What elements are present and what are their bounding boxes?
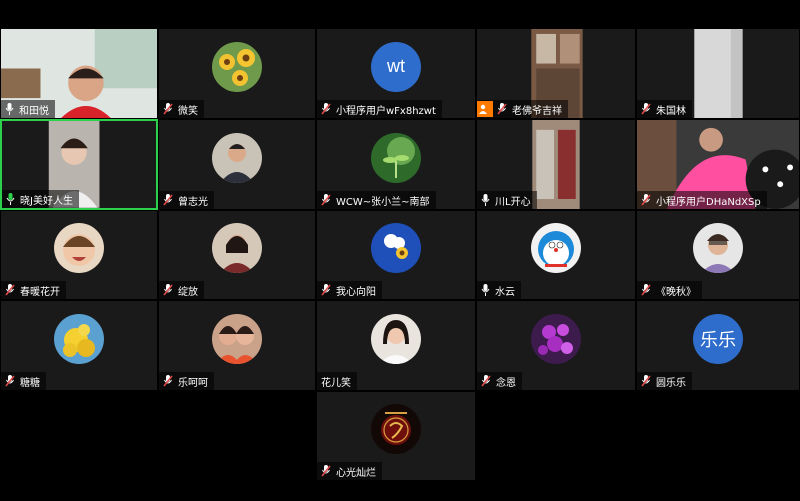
- participant-initials-avatar: 乐乐: [693, 313, 743, 364]
- participant-tile-3[interactable]: wt 小程序用户wFx8hzwt: [316, 28, 476, 119]
- participant-avatar: [54, 223, 104, 273]
- participant-namebar: 晓J美好人生: [2, 190, 79, 208]
- participant-name: 绽放: [178, 286, 198, 298]
- participant-name: 朱国林: [656, 105, 686, 117]
- participant-namebar: 水云: [477, 281, 521, 299]
- mic-muted-icon: [5, 284, 15, 296]
- participant-initials-avatar: wt: [371, 41, 421, 92]
- participant-avatar: [212, 223, 262, 273]
- mic-muted-icon: [163, 375, 173, 387]
- mic-muted-icon: [321, 465, 331, 477]
- mic-on-icon: [5, 103, 14, 115]
- participant-name: 晓J美好人生: [20, 195, 73, 207]
- participant-avatar: [371, 404, 421, 454]
- mic-on-icon: [481, 284, 490, 296]
- participant-tile-21[interactable]: 心光灿烂: [316, 391, 476, 481]
- participant-avatar: [531, 313, 581, 364]
- participant-namebar: 绽放: [159, 281, 204, 299]
- participant-avatar: [371, 223, 421, 273]
- participant-namebar: 川L开心: [477, 191, 537, 209]
- participant-namebar: 念恩: [477, 372, 522, 390]
- participant-tile-15[interactable]: 《晚秋》: [636, 210, 800, 300]
- participant-name: 小程序用户wFx8hzwt: [336, 105, 436, 117]
- participant-namebar: 微笑: [159, 100, 204, 118]
- mic-muted-icon: [321, 103, 331, 115]
- participant-name: 花儿笑: [321, 377, 351, 389]
- mic-muted-icon: [5, 375, 15, 387]
- participant-tile-4[interactable]: 老佛爷吉祥: [476, 28, 636, 119]
- participant-name: 川L开心: [495, 196, 531, 208]
- participant-namebar: 花儿笑: [317, 372, 357, 390]
- participant-tile-6[interactable]: 晓J美好人生: [0, 119, 158, 210]
- participant-tile-10[interactable]: 小程序用户DHaNdXSp: [636, 119, 800, 210]
- participant-tile-18[interactable]: 花儿笑: [316, 300, 476, 391]
- participant-avatar: [531, 223, 581, 273]
- participant-namebar: 《晚秋》: [637, 281, 702, 299]
- participant-name: 圆乐乐: [656, 377, 686, 389]
- mic-muted-icon: [641, 375, 651, 387]
- participant-namebar: 和田悦: [1, 100, 55, 118]
- participant-name: 春暖花开: [20, 286, 60, 298]
- mic-muted-icon: [641, 103, 651, 115]
- participant-avatar: [371, 313, 421, 364]
- participant-tile-9[interactable]: 川L开心: [476, 119, 636, 210]
- participant-tile-11[interactable]: 春暖花开: [0, 210, 158, 300]
- participant-name: 乐呵呵: [178, 377, 208, 389]
- participant-avatar: [54, 313, 104, 364]
- participant-tile-14[interactable]: 水云: [476, 210, 636, 300]
- participant-name: WCW~张小兰~南部: [336, 196, 430, 208]
- mic-muted-icon: [481, 375, 491, 387]
- participant-tile-17[interactable]: 乐呵呵: [158, 300, 316, 391]
- participant-namebar: 曾志光: [159, 191, 214, 209]
- participant-namebar: 朱国林: [637, 100, 692, 118]
- participant-name: 水云: [495, 286, 515, 298]
- participant-namebar: 圆乐乐: [637, 372, 692, 390]
- participant-namebar: 糖糖: [1, 372, 46, 390]
- mic-muted-icon: [163, 103, 173, 115]
- participant-namebar: 小程序用户DHaNdXSp: [637, 191, 767, 209]
- mic-muted-icon: [497, 103, 507, 115]
- participant-tile-13[interactable]: 我心向阳: [316, 210, 476, 300]
- participant-avatar: [212, 132, 262, 183]
- participant-avatar: [212, 41, 262, 92]
- participant-tile-7[interactable]: 曾志光: [158, 119, 316, 210]
- participant-avatar: [212, 313, 262, 364]
- participant-tile-8[interactable]: WCW~张小兰~南部: [316, 119, 476, 210]
- participant-avatar: [371, 132, 421, 183]
- participant-name: 我心向阳: [336, 286, 376, 298]
- participant-name: 念恩: [496, 377, 516, 389]
- participant-tile-5[interactable]: 朱国林: [636, 28, 800, 119]
- participant-name: 小程序用户DHaNdXSp: [656, 196, 761, 208]
- participant-name: 《晚秋》: [656, 286, 696, 298]
- host-icon: [477, 101, 493, 117]
- mic-on-icon: [481, 194, 490, 206]
- mic-muted-icon: [641, 194, 651, 206]
- mic-muted-icon: [163, 284, 173, 296]
- participant-name: 曾志光: [178, 196, 208, 208]
- participant-namebar: 我心向阳: [317, 281, 382, 299]
- participant-namebar: 心光灿烂: [317, 462, 382, 480]
- participant-name: 糖糖: [20, 377, 40, 389]
- mic-muted-icon: [321, 284, 331, 296]
- mic-on-icon: [6, 193, 15, 205]
- participant-namebar: 老佛爷吉祥: [477, 100, 568, 118]
- participant-name: 老佛爷吉祥: [512, 105, 562, 117]
- participant-name: 和田悦: [19, 105, 49, 117]
- mic-muted-icon: [163, 194, 173, 206]
- participant-name: 心光灿烂: [336, 467, 376, 479]
- participant-tile-19[interactable]: 念恩: [476, 300, 636, 391]
- participant-avatar: [693, 223, 743, 273]
- participant-name: 微笑: [178, 105, 198, 117]
- participant-tile-2[interactable]: 微笑: [158, 28, 316, 119]
- participant-tile-12[interactable]: 绽放: [158, 210, 316, 300]
- participant-namebar: WCW~张小兰~南部: [317, 191, 436, 209]
- participant-tile-20[interactable]: 乐乐 圆乐乐: [636, 300, 800, 391]
- participant-namebar: 乐呵呵: [159, 372, 214, 390]
- mic-muted-icon: [321, 194, 331, 206]
- participant-namebar: 春暖花开: [1, 281, 66, 299]
- participant-namebar: 小程序用户wFx8hzwt: [317, 100, 442, 118]
- participant-tile-1[interactable]: 和田悦: [0, 28, 158, 119]
- mic-muted-icon: [641, 284, 651, 296]
- participant-tile-16[interactable]: 糖糖: [0, 300, 158, 391]
